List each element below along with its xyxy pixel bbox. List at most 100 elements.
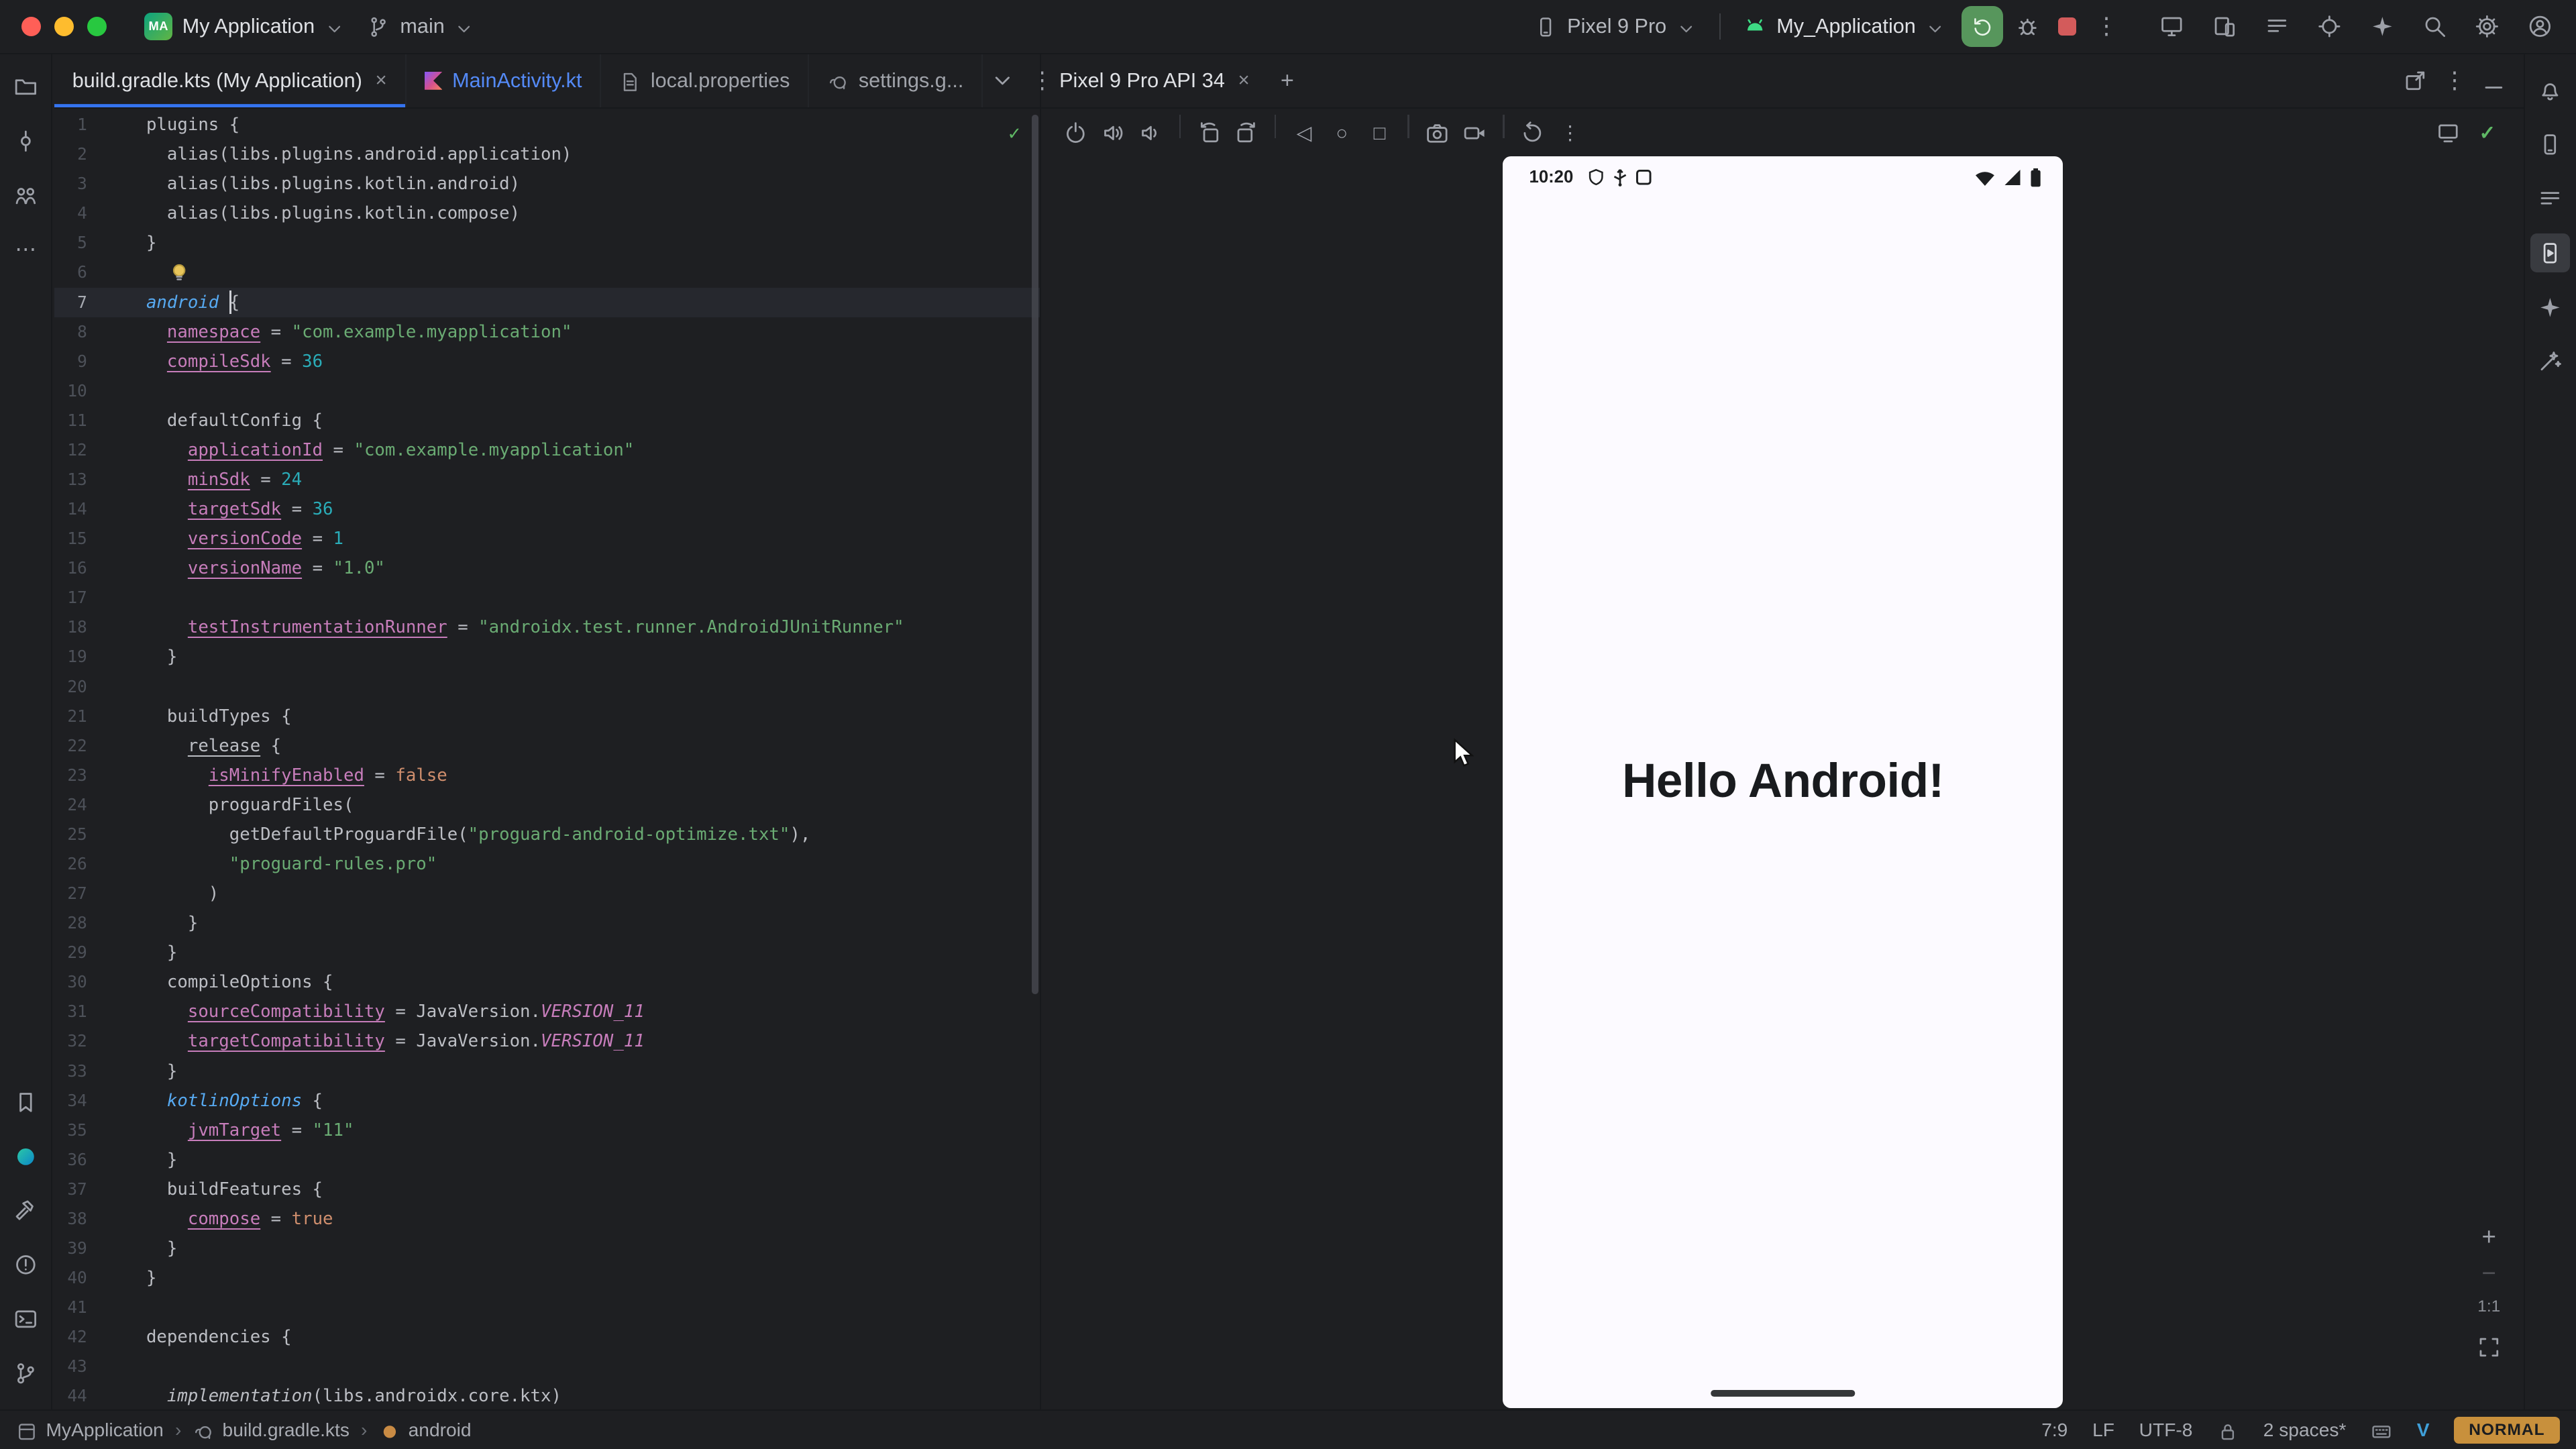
- code-line[interactable]: buildTypes {: [54, 702, 1040, 731]
- code-line[interactable]: [54, 1352, 1040, 1381]
- code-line[interactable]: }: [54, 938, 1040, 967]
- gutter-line-number[interactable]: 32: [54, 1026, 87, 1056]
- gutter-line-number[interactable]: 44: [54, 1381, 87, 1409]
- more-h-icon[interactable]: ⋯: [6, 230, 46, 270]
- gutter-line-number[interactable]: 13: [54, 465, 87, 494]
- code-line[interactable]: }: [54, 1263, 1040, 1293]
- code-line[interactable]: plugins {: [54, 110, 1040, 140]
- record-icon[interactable]: [1457, 115, 1493, 151]
- logcat-icon[interactable]: [2257, 7, 2297, 46]
- code-line[interactable]: alias(libs.plugins.android.application): [54, 140, 1040, 169]
- power-icon[interactable]: [1058, 115, 1094, 151]
- panel-options-button[interactable]: ⋮: [2434, 61, 2474, 101]
- code-line[interactable]: compileSdk = 36: [54, 347, 1040, 376]
- gutter-line-number[interactable]: 9: [54, 347, 87, 376]
- hide-panel-icon[interactable]: [2474, 61, 2514, 101]
- code-line[interactable]: }: [54, 1057, 1040, 1086]
- vim-mode-badge[interactable]: NORMAL: [2454, 1417, 2559, 1444]
- back-icon[interactable]: ◁: [1286, 115, 1322, 151]
- rerun-button[interactable]: [1962, 6, 2002, 47]
- profile-icon[interactable]: [2520, 7, 2560, 46]
- gutter-line-number[interactable]: 36: [54, 1145, 87, 1175]
- build-icon[interactable]: [6, 1191, 46, 1231]
- gutter-line-number[interactable]: 11: [54, 406, 87, 435]
- vcs-branch-selector[interactable]: main: [356, 10, 486, 44]
- code-line[interactable]: release {: [54, 731, 1040, 761]
- code-line[interactable]: defaultConfig {: [54, 406, 1040, 435]
- problems-icon[interactable]: [6, 1245, 46, 1285]
- close-tab-icon[interactable]: ×: [1238, 69, 1249, 92]
- project-selector[interactable]: MA My Application: [133, 7, 356, 45]
- rotate-left-icon[interactable]: [1191, 115, 1227, 151]
- gutter-line-number[interactable]: 37: [54, 1175, 87, 1204]
- code-line[interactable]: ): [54, 879, 1040, 908]
- zoom-in-button[interactable]: +: [2482, 1225, 2496, 1250]
- emulator-screen[interactable]: 10:20 Hello Android!: [1503, 156, 2063, 1408]
- gutter-line-number[interactable]: 33: [54, 1057, 87, 1086]
- encoding-widget[interactable]: UTF-8: [2139, 1419, 2193, 1441]
- code-line[interactable]: alias(libs.plugins.kotlin.compose): [54, 199, 1040, 228]
- code-line[interactable]: [54, 1293, 1040, 1322]
- code-line[interactable]: buildFeatures {: [54, 1175, 1040, 1204]
- gutter-line-number[interactable]: 10: [54, 376, 87, 406]
- debug-button[interactable]: [2008, 7, 2047, 46]
- gutter-line-number[interactable]: 21: [54, 702, 87, 731]
- pull-requests-icon[interactable]: [6, 176, 46, 215]
- close-tab-icon[interactable]: ×: [375, 69, 386, 92]
- gutter-line-number[interactable]: 30: [54, 967, 87, 997]
- gutter-line-number[interactable]: 42: [54, 1322, 87, 1352]
- code-line[interactable]: versionName = "1.0": [54, 553, 1040, 583]
- code-line[interactable]: }: [54, 642, 1040, 672]
- gutter-line-number[interactable]: 12: [54, 435, 87, 465]
- code-line[interactable]: isMinifyEnabled = false: [54, 761, 1040, 790]
- gutter-line-number[interactable]: 31: [54, 997, 87, 1026]
- running-devices-icon[interactable]: [2530, 233, 2570, 273]
- code-line[interactable]: namespace = "com.example.myapplication": [54, 317, 1040, 347]
- code-line[interactable]: "proguard-rules.pro": [54, 849, 1040, 879]
- settings-icon[interactable]: [2467, 7, 2507, 46]
- code-line[interactable]: targetCompatibility = JavaVersion.VERSIO…: [54, 1026, 1040, 1056]
- gutter-line-number[interactable]: 19: [54, 642, 87, 672]
- assistant-icon[interactable]: [2530, 341, 2570, 381]
- gutter-line-number[interactable]: 27: [54, 879, 87, 908]
- more-v-icon[interactable]: ⋮: [1552, 115, 1589, 151]
- display-mode-icon[interactable]: [2428, 113, 2468, 153]
- code-line[interactable]: }: [54, 1145, 1040, 1175]
- zoom-out-button[interactable]: −: [2482, 1261, 2496, 1286]
- close-window-button[interactable]: [21, 17, 41, 36]
- code-line[interactable]: sourceCompatibility = JavaVersion.VERSIO…: [54, 997, 1040, 1026]
- snapshots-icon[interactable]: [1514, 115, 1550, 151]
- code-line[interactable]: minSdk = 24: [54, 465, 1040, 494]
- code-line[interactable]: [54, 258, 1040, 287]
- tab-build-gradle-kts[interactable]: build.gradle.kts (My Application) ×: [54, 54, 407, 107]
- gutter-line-number[interactable]: 7: [54, 288, 87, 317]
- code-line[interactable]: jvmTarget = "11": [54, 1116, 1040, 1145]
- add-device-tab-button[interactable]: +: [1268, 61, 1307, 101]
- version-control-icon[interactable]: [6, 1354, 46, 1393]
- run-configuration-selector[interactable]: My_Application: [1732, 10, 1957, 44]
- gutter-line-number[interactable]: 16: [54, 553, 87, 583]
- gutter-line-number[interactable]: 4: [54, 199, 87, 228]
- tab-local-properties[interactable]: local.properties: [601, 54, 809, 107]
- gutter-line-number[interactable]: 6: [54, 258, 87, 287]
- gutter-line-number[interactable]: 43: [54, 1352, 87, 1381]
- intention-bulb-icon[interactable]: [168, 261, 191, 284]
- editor-scrollbar[interactable]: [1032, 115, 1038, 994]
- device-selector[interactable]: Pixel 9 Pro: [1523, 10, 1707, 44]
- code-line[interactable]: kotlinOptions {: [54, 1086, 1040, 1116]
- gutter-line-number[interactable]: 2: [54, 140, 87, 169]
- app-insights-icon[interactable]: [6, 1137, 46, 1177]
- gesture-navigation-bar[interactable]: [1711, 1390, 1856, 1397]
- gutter-line-number[interactable]: 14: [54, 494, 87, 524]
- code-line[interactable]: targetSdk = 36: [54, 494, 1040, 524]
- device-manager-icon[interactable]: [2530, 125, 2570, 164]
- inspection-ok-icon[interactable]: ✓: [1008, 118, 1020, 148]
- code-line[interactable]: }: [54, 1234, 1040, 1263]
- code-line[interactable]: android {: [54, 288, 1040, 317]
- screenshot-icon[interactable]: [1419, 115, 1455, 151]
- breadcrumb-module[interactable]: MyApplication: [16, 1419, 163, 1441]
- gutter-line-number[interactable]: 25: [54, 820, 87, 849]
- bookmarks-icon[interactable]: [6, 1083, 46, 1122]
- commit-icon[interactable]: [6, 121, 46, 161]
- code-editor[interactable]: plugins { alias(libs.plugins.android.app…: [54, 109, 1040, 1410]
